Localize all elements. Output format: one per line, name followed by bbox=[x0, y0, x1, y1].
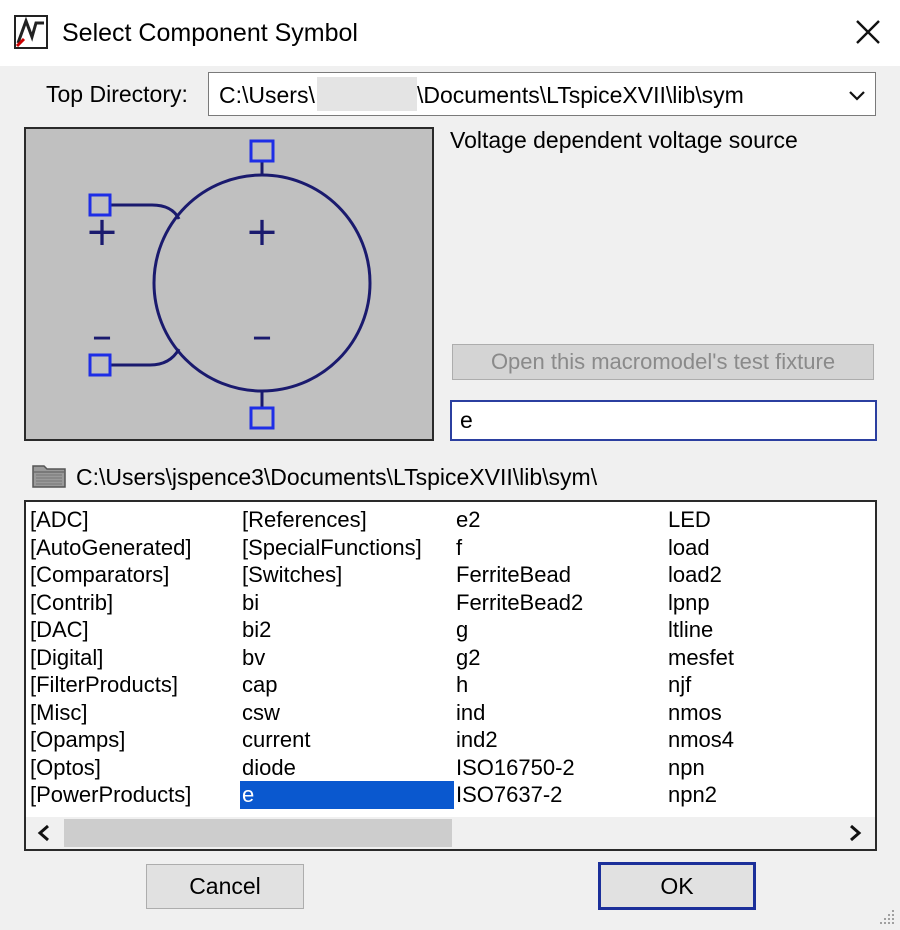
current-path: C:\Users\jspence3\Documents\LTspiceXVII\… bbox=[76, 464, 598, 490]
list-item[interactable]: g2 bbox=[454, 644, 666, 672]
list-item[interactable]: g bbox=[454, 616, 666, 644]
top-directory-value-suffix: \Documents\LTspiceXVII\lib\sym bbox=[417, 82, 744, 108]
list-column: [References] [SpecialFunctions] [Switche… bbox=[240, 506, 454, 809]
list-item[interactable]: f bbox=[454, 534, 666, 562]
list-item[interactable]: h bbox=[454, 671, 666, 699]
list-item[interactable]: load bbox=[666, 534, 866, 562]
list-item[interactable]: FerriteBead bbox=[454, 561, 666, 589]
list-item[interactable]: ltline bbox=[666, 616, 866, 644]
list-item[interactable]: cap bbox=[240, 671, 454, 699]
top-directory-label: Top Directory: bbox=[46, 81, 188, 107]
list-item[interactable]: bi bbox=[240, 589, 454, 617]
symbol-description: Voltage dependent voltage source bbox=[450, 127, 798, 153]
list-item[interactable]: ind2 bbox=[454, 726, 666, 754]
list-item[interactable]: [PowerProducts] bbox=[28, 781, 240, 809]
list-item[interactable]: [DAC] bbox=[28, 616, 240, 644]
ok-button[interactable]: OK bbox=[598, 862, 756, 910]
list-item[interactable]: mesfet bbox=[666, 644, 866, 672]
list-item[interactable]: [ADC] bbox=[28, 506, 240, 534]
list-item-selected[interactable]: e bbox=[240, 781, 454, 809]
pin-top bbox=[249, 139, 275, 163]
list-item[interactable]: [Misc] bbox=[28, 699, 240, 727]
list-column: [ADC] [AutoGenerated] [Comparators] [Con… bbox=[28, 506, 240, 809]
symbol-search-input[interactable] bbox=[450, 400, 877, 441]
list-item[interactable]: [SpecialFunctions] bbox=[240, 534, 454, 562]
chevron-down-icon[interactable] bbox=[847, 85, 867, 105]
list-column: e2 f FerriteBead FerriteBead2 g g2 h ind… bbox=[454, 506, 666, 809]
list-item[interactable]: njf bbox=[666, 671, 866, 699]
list-item[interactable]: ISO16750-2 bbox=[454, 754, 666, 782]
list-item[interactable]: bi2 bbox=[240, 616, 454, 644]
cancel-button[interactable]: Cancel bbox=[146, 864, 304, 909]
list-item[interactable]: [Digital] bbox=[28, 644, 240, 672]
list-item[interactable]: [Comparators] bbox=[28, 561, 240, 589]
list-item[interactable]: lpnp bbox=[666, 589, 866, 617]
list-item[interactable]: bv bbox=[240, 644, 454, 672]
list-item[interactable]: [AutoGenerated] bbox=[28, 534, 240, 562]
top-directory-dropdown[interactable]: C:\Users\ \Documents\LTspiceXVII\lib\sym bbox=[208, 72, 876, 116]
list-item[interactable]: e2 bbox=[454, 506, 666, 534]
list-item[interactable]: ISO7637-2 bbox=[454, 781, 666, 809]
close-icon[interactable] bbox=[848, 12, 888, 52]
list-item[interactable]: csw bbox=[240, 699, 454, 727]
list-item[interactable]: FerriteBead2 bbox=[454, 589, 666, 617]
open-test-fixture-button[interactable]: Open this macromodel's test fixture bbox=[452, 344, 874, 380]
plus-sign-left: + bbox=[85, 209, 119, 255]
list-item[interactable]: [Optos] bbox=[28, 754, 240, 782]
list-item[interactable]: [Contrib] bbox=[28, 589, 240, 617]
symbol-preview: + – + – bbox=[24, 127, 434, 441]
list-item[interactable]: diode bbox=[240, 754, 454, 782]
minus-sign-left: – bbox=[92, 313, 112, 359]
list-item[interactable]: [Switches] bbox=[240, 561, 454, 589]
list-item[interactable]: nmos4 bbox=[666, 726, 866, 754]
plus-sign-center: + bbox=[245, 209, 279, 255]
voltage-source-symbol: + – + – bbox=[85, 139, 372, 430]
list-item[interactable]: npn2 bbox=[666, 781, 866, 809]
scroll-right-arrow-icon[interactable] bbox=[843, 823, 865, 843]
list-item[interactable]: [FilterProducts] bbox=[28, 671, 240, 699]
window-title: Select Component Symbol bbox=[62, 19, 358, 47]
minus-sign-center: – bbox=[252, 313, 272, 359]
list-item[interactable]: npn bbox=[666, 754, 866, 782]
symbol-list[interactable]: [ADC] [AutoGenerated] [Comparators] [Con… bbox=[24, 500, 877, 851]
list-item[interactable]: ind bbox=[454, 699, 666, 727]
list-column: LED load load2 lpnp ltline mesfet njf nm… bbox=[666, 506, 866, 809]
list-item[interactable]: [Opamps] bbox=[28, 726, 240, 754]
redacted-username bbox=[317, 77, 417, 111]
list-item[interactable]: load2 bbox=[666, 561, 866, 589]
folder-icon bbox=[32, 465, 66, 488]
ltspice-app-icon bbox=[14, 15, 48, 49]
top-directory-value-prefix: C:\Users\ bbox=[219, 82, 315, 108]
pin-bottom bbox=[249, 406, 275, 430]
list-item[interactable]: [References] bbox=[240, 506, 454, 534]
resize-grip-icon[interactable] bbox=[878, 908, 896, 926]
scroll-left-arrow-icon[interactable] bbox=[34, 823, 56, 843]
title-bar: Select Component Symbol bbox=[0, 0, 900, 66]
list-item[interactable]: nmos bbox=[666, 699, 866, 727]
horizontal-scrollbar[interactable] bbox=[26, 817, 875, 849]
list-item[interactable]: current bbox=[240, 726, 454, 754]
scrollbar-thumb[interactable] bbox=[64, 819, 452, 847]
list-item[interactable]: LED bbox=[666, 506, 866, 534]
